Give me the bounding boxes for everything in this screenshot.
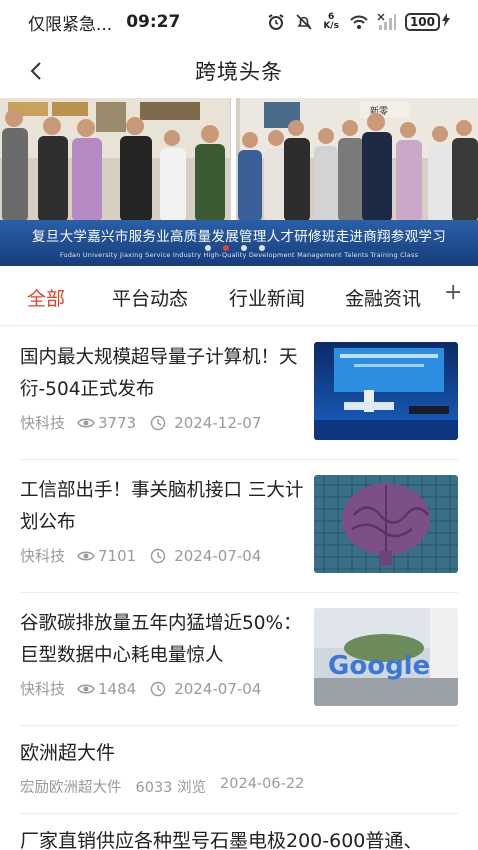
news-item[interactable]: 谷歌碳排放量五年内猛增近50%：巨型数据中心耗电量惊人 快科技 1484 202…	[20, 608, 458, 726]
news-views: 3773	[77, 414, 136, 432]
news-source: 宏励欧洲超大件	[20, 780, 122, 796]
news-title: 厂家直销供应各种型号石墨电极200-600普通、	[20, 830, 423, 850]
clock-icon	[151, 415, 166, 430]
news-thumbnail[interactable]	[314, 475, 458, 573]
news-thumbnail[interactable]: Google	[314, 608, 458, 706]
views-count: 3773	[98, 413, 137, 432]
eye-icon	[77, 684, 95, 693]
news-meta: 快科技 7101 2024-07-04	[20, 545, 261, 566]
news-title: 欧洲超大件	[20, 742, 116, 764]
news-source: 快科技	[20, 414, 66, 432]
header: 跨境头条	[0, 44, 478, 98]
banner-caption: 复旦大学嘉兴市服务业高质量发展管理人才研修班走进商翔参观学习 Fudan Uni…	[0, 220, 478, 266]
charging-icon	[442, 13, 450, 31]
news-meta: 宏励欧洲超大件 6033 浏览 2024-06-22	[20, 776, 304, 797]
status-bar: 仅限紧急... 09:27 6 K/s 100	[0, 0, 478, 44]
date-text: 2024-07-04	[174, 679, 262, 698]
status-notice: 仅限紧急...	[28, 14, 113, 35]
back-button[interactable]	[22, 57, 50, 85]
eye-icon	[77, 551, 95, 560]
add-tab-button[interactable]: +	[444, 280, 462, 305]
carousel-indicators	[205, 245, 265, 251]
tab-platform-news[interactable]: 平台动态	[112, 284, 188, 311]
battery-indicator: 100	[404, 13, 450, 31]
carousel-dot[interactable]	[241, 245, 247, 251]
alarm-icon	[267, 13, 285, 31]
quantum-computer-stage-image	[314, 342, 458, 440]
status-time: 09:27	[126, 12, 181, 32]
date-text: 2024-07-04	[174, 546, 262, 565]
news-meta: 快科技 3773 2024-12-07	[20, 412, 261, 433]
news-source: 快科技	[20, 547, 66, 565]
date-text: 2024-12-07	[174, 413, 262, 432]
page-title: 跨境头条	[195, 60, 283, 84]
battery-level: 100	[404, 13, 440, 31]
brain-image	[314, 475, 458, 573]
views-count: 7101	[98, 546, 137, 565]
news-title: 谷歌碳排放量五年内猛增近50%：巨型数据中心耗电量惊人	[20, 613, 302, 666]
news-thumbnail[interactable]	[314, 342, 458, 440]
tab-finance-news[interactable]: 金融资讯	[345, 284, 421, 311]
news-item[interactable]: 厂家直销供应各种型号石墨电极200-600普通、	[20, 826, 458, 850]
news-date: 2024-12-07	[150, 414, 261, 432]
clock-icon	[151, 548, 166, 563]
net-speed: 6 K/s	[323, 13, 339, 31]
views-count: 6033 浏览	[135, 780, 207, 796]
news-title: 国内最大规模超导量子计算机！天衍-504正式发布	[20, 347, 298, 400]
carousel-dot[interactable]	[205, 245, 211, 251]
carousel-dot-active[interactable]	[223, 245, 229, 251]
clock-icon	[151, 681, 166, 696]
news-title: 工信部出手！事关脑机接口 三大计划公布	[20, 480, 304, 533]
news-item[interactable]: 工信部出手！事关脑机接口 三大计划公布 快科技 7101 2024-07-04	[20, 475, 458, 593]
news-date: 2024-07-04	[150, 680, 261, 698]
views-count: 1484	[98, 679, 137, 698]
google-sign-text: Google	[328, 651, 430, 681]
chevron-left-icon	[30, 62, 41, 80]
news-views: 7101	[77, 547, 136, 565]
wifi-icon	[349, 13, 368, 31]
eye-icon	[77, 418, 95, 427]
signal-icon	[377, 13, 396, 31]
net-speed-unit: K/s	[323, 21, 339, 31]
google-sign-image: Google	[314, 608, 458, 706]
news-date: 2024-07-04	[150, 547, 261, 565]
news-meta: 快科技 1484 2024-07-04	[20, 678, 261, 699]
news-item[interactable]: 国内最大规模超导量子计算机！天衍-504正式发布 快科技 3773 2024-1…	[20, 342, 458, 460]
news-views: 1484	[77, 680, 136, 698]
date-text: 2024-06-22	[220, 776, 305, 792]
banner-caption-text: 复旦大学嘉兴市服务业高质量发展管理人才研修班走进商翔参观学习	[32, 229, 446, 245]
mute-bell-icon	[295, 13, 313, 31]
category-tabs: 全部 平台动态 行业新闻 金融资讯 +	[0, 266, 478, 326]
news-source: 快科技	[20, 680, 66, 698]
tab-industry-news[interactable]: 行业新闻	[229, 284, 305, 311]
news-item[interactable]: 欧洲超大件 宏励欧洲超大件 6033 浏览 2024-06-22	[20, 738, 458, 814]
tab-all[interactable]: 全部	[27, 284, 65, 311]
carousel-dot[interactable]	[259, 245, 265, 251]
banner-carousel[interactable]: 新零 复旦大学嘉兴市服务业高质量发展管理人才研修班走进商翔参观学习 Fudan …	[0, 98, 478, 266]
